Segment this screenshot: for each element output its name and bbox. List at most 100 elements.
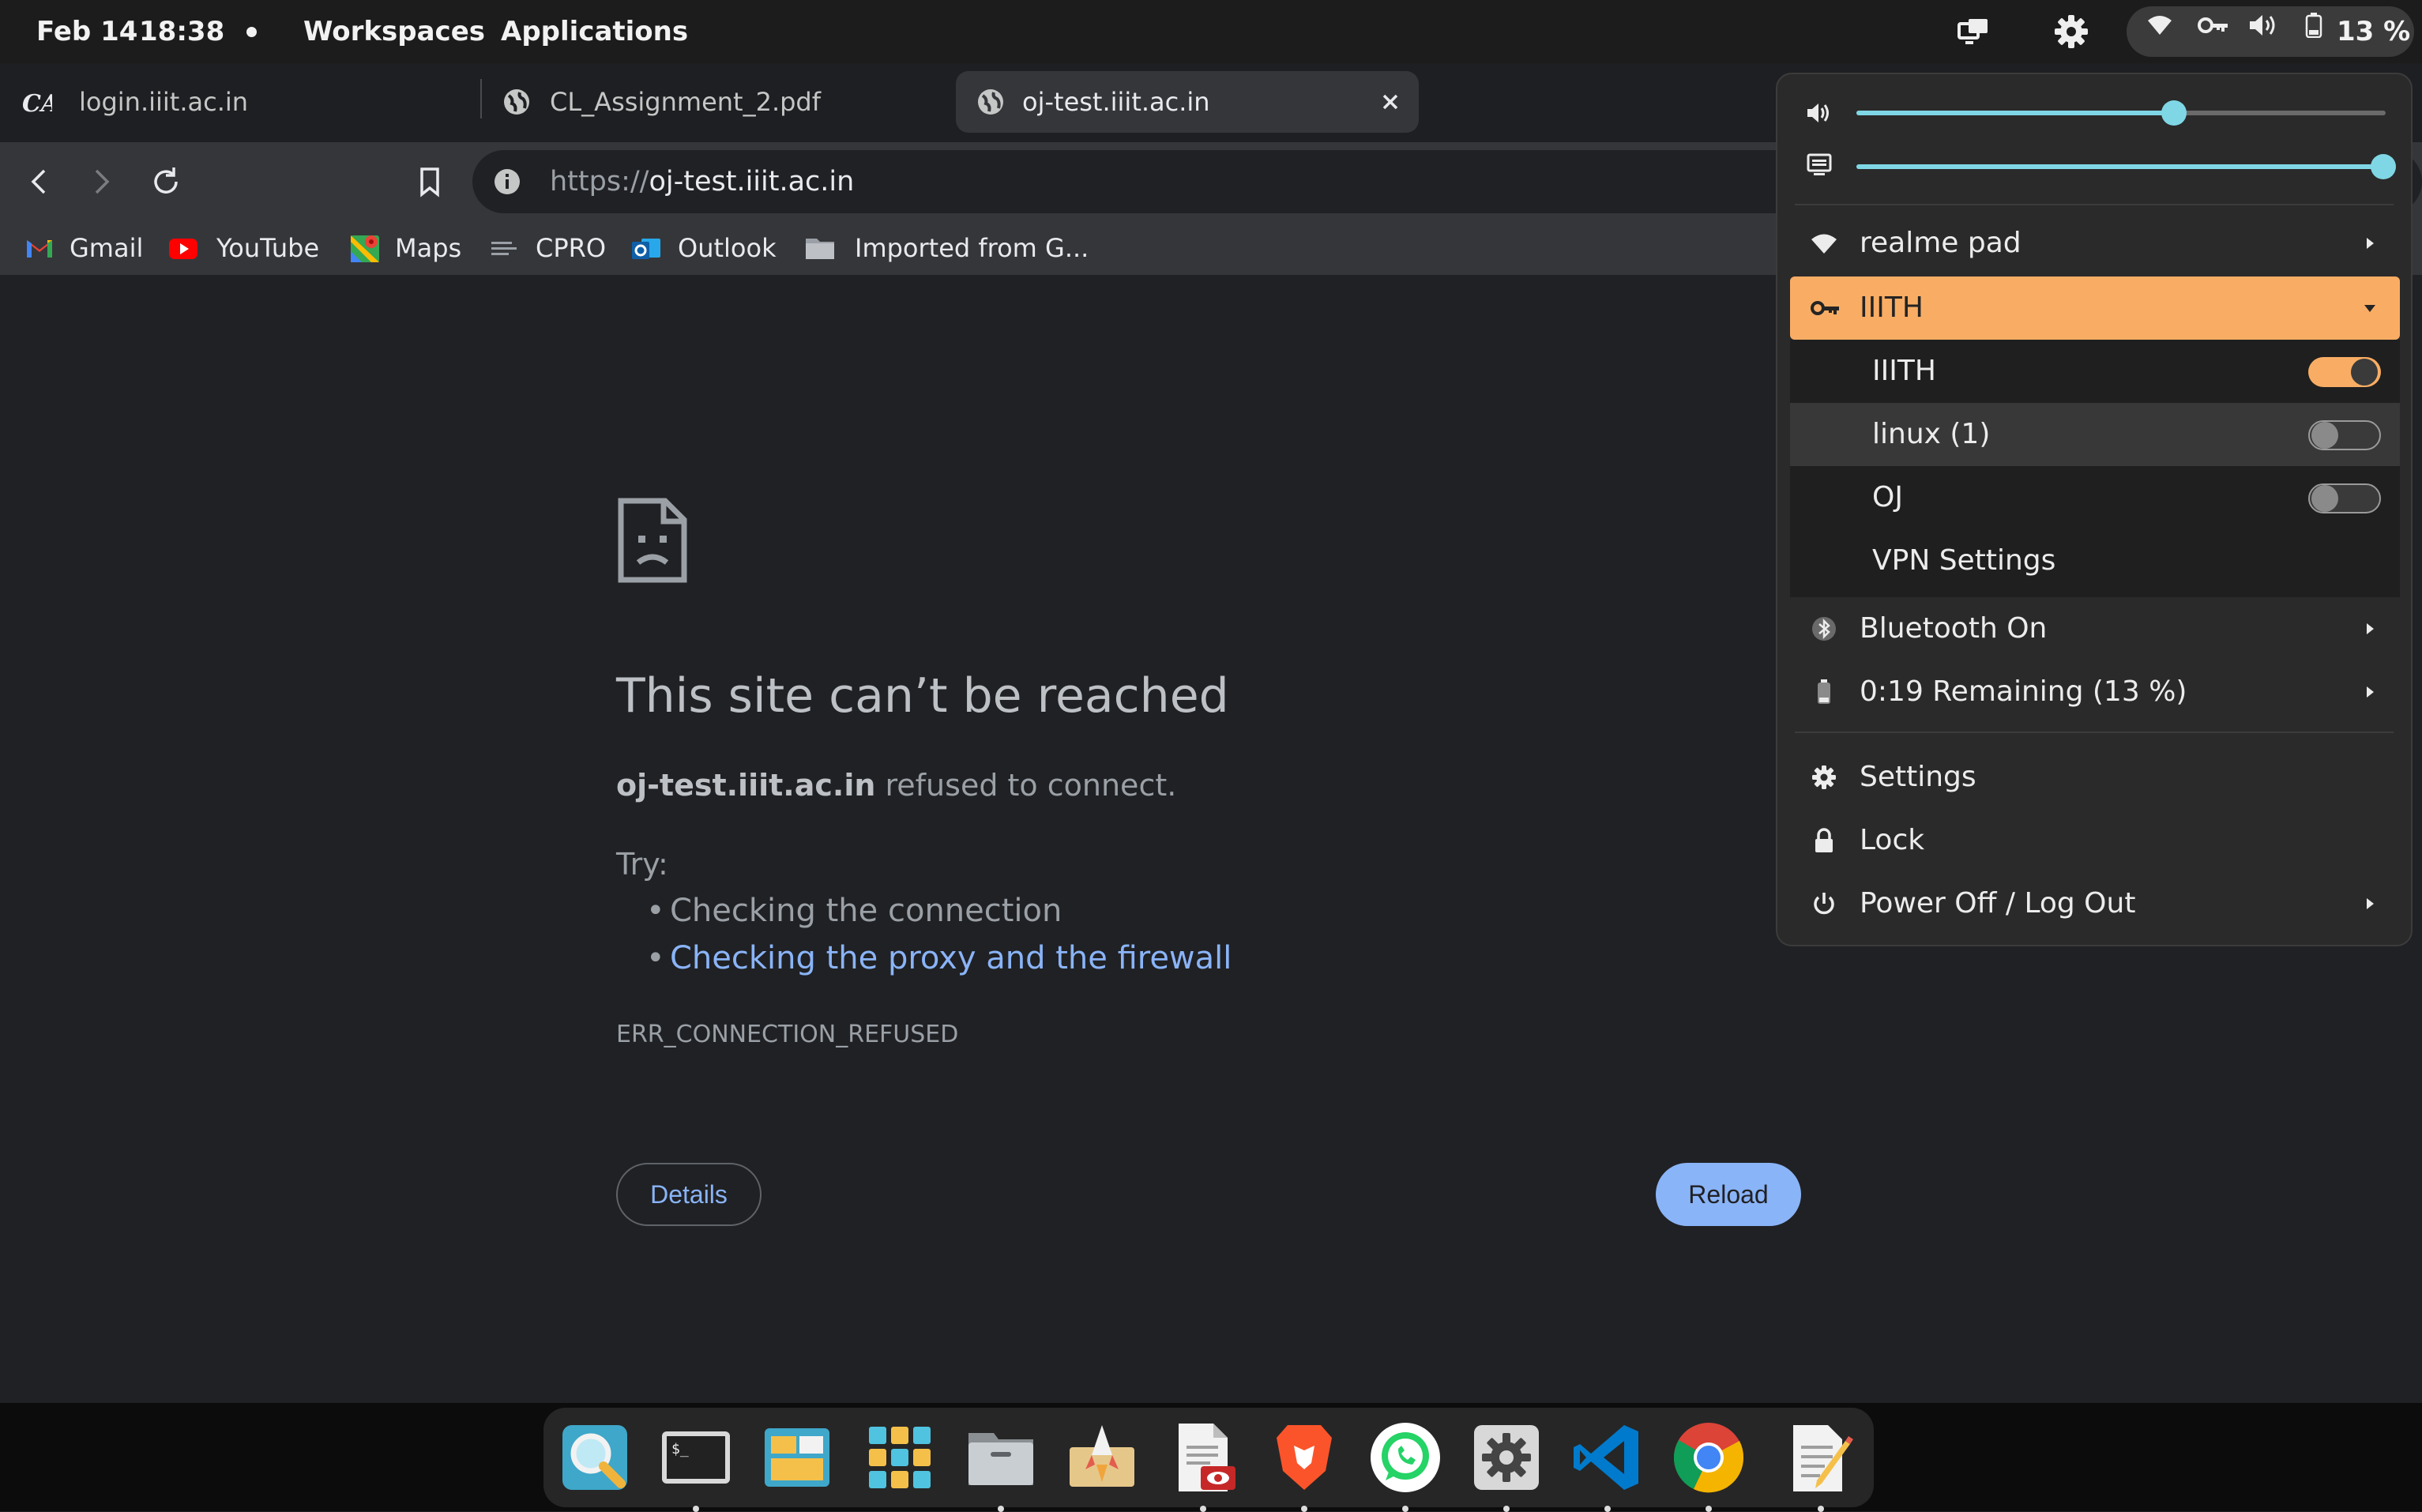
- lock-menu-item[interactable]: Lock: [1790, 809, 2400, 872]
- tab-oj-test[interactable]: oj-test.iiit.ac.in: [956, 71, 1419, 133]
- bookmark-label: CPRO: [536, 233, 607, 263]
- vpn-item-linux[interactable]: linux (1): [1790, 403, 2400, 466]
- wifi-label: realme pad: [1860, 227, 2021, 259]
- tab-separator: [480, 79, 482, 118]
- settings-app-icon[interactable]: [1468, 1419, 1545, 1512]
- display-brightness-icon: [1806, 152, 1833, 179]
- toggle-knob: [2311, 485, 2338, 512]
- search-app-icon[interactable]: [556, 1419, 634, 1496]
- bluetooth-menu-item[interactable]: Bluetooth On: [1790, 597, 2400, 660]
- vpn-oj-toggle[interactable]: [2308, 483, 2381, 513]
- menu-separator: [1795, 204, 2394, 205]
- volume-slider-knob[interactable]: [2161, 100, 2187, 126]
- text-editor-app-icon[interactable]: [1782, 1419, 1860, 1512]
- files-app-icon[interactable]: [962, 1419, 1040, 1512]
- power-menu-item[interactable]: Power Off / Log Out: [1790, 872, 2400, 935]
- forward-button[interactable]: [82, 163, 120, 201]
- lock-icon: [1811, 827, 1837, 854]
- settings-label: Settings: [1860, 761, 1976, 793]
- tab-title: CL_Assignment_2.pdf: [550, 87, 821, 117]
- vpn-key-icon: [2198, 13, 2229, 38]
- battery-icon: [1811, 679, 1837, 705]
- youtube-icon: [167, 232, 199, 264]
- reload-icon[interactable]: [147, 163, 185, 201]
- tab-title: oj-test.iiit.ac.in: [1022, 87, 1210, 117]
- bluetooth-icon: [1811, 615, 1837, 642]
- toggle-knob: [2351, 359, 2378, 386]
- error-host: oj-test.iiit.ac.in: [616, 768, 876, 803]
- bookmark-label: Maps: [395, 233, 462, 263]
- clock-time[interactable]: 18:38: [139, 0, 224, 63]
- back-button[interactable]: [21, 163, 58, 201]
- wifi-icon: [1811, 230, 1837, 257]
- tab-title: login.iiit.ac.in: [79, 87, 249, 117]
- brave-browser-app-icon[interactable]: [1266, 1419, 1343, 1512]
- vpn-item-oj[interactable]: OJ: [1790, 466, 2400, 529]
- globe-icon: [976, 88, 1006, 116]
- close-tab-icon[interactable]: [1378, 89, 1403, 115]
- try-label: Try:: [616, 847, 668, 882]
- battery-icon: [2305, 13, 2322, 38]
- cas-logo-icon: CAS: [22, 88, 52, 116]
- svg-text:$_: $_: [671, 1441, 689, 1457]
- details-button[interactable]: Details: [616, 1163, 762, 1226]
- toggle-knob: [2311, 422, 2338, 449]
- suggestion-connection: Checking the connection: [646, 893, 1062, 929]
- vpn-item-label: linux (1): [1872, 418, 1991, 450]
- whatsapp-app-icon[interactable]: [1367, 1419, 1444, 1512]
- gear-icon: [1811, 764, 1837, 791]
- url-host: oj-test.iiit.ac.in: [649, 166, 855, 197]
- document-viewer-app-icon[interactable]: [1164, 1419, 1242, 1512]
- clock-date[interactable]: Feb 14: [36, 0, 137, 63]
- chrome-app-icon[interactable]: [1670, 1419, 1747, 1512]
- bookmark-icon[interactable]: [411, 163, 449, 201]
- volume-icon: [1806, 100, 1833, 126]
- folder-icon: [804, 232, 836, 264]
- gear-icon[interactable]: [2052, 13, 2090, 51]
- power-icon: [1811, 890, 1837, 917]
- workspace-dot-icon: [246, 27, 257, 37]
- brightness-slider-knob[interactable]: [2371, 154, 2396, 179]
- vpn-menu-item[interactable]: IIITH: [1790, 276, 2400, 340]
- vpn-iiith-toggle[interactable]: [2308, 357, 2381, 387]
- error-code: ERR_CONNECTION_REFUSED: [616, 1021, 959, 1048]
- vpn-item-iiith[interactable]: IIITH: [1790, 340, 2400, 403]
- sad-page-icon: [616, 496, 689, 585]
- battery-label: 0:19 Remaining (13 %): [1860, 675, 2187, 708]
- quick-settings-menu: realme pad IIITH IIITH linux (1) OJ VPN …: [1776, 73, 2413, 946]
- terminal-app-icon[interactable]: $_: [657, 1419, 735, 1512]
- error-description: oj-test.iiit.ac.in refused to connect.: [616, 768, 1176, 803]
- chevron-down-icon: [2362, 300, 2378, 316]
- volume-icon: [2248, 13, 2278, 38]
- bookmark-label: Imported from G...: [855, 233, 1089, 263]
- brightness-slider-fill: [1856, 164, 2383, 169]
- app-grid-icon[interactable]: [861, 1419, 938, 1496]
- workspaces-button[interactable]: Workspaces: [303, 0, 485, 63]
- launcher-app-icon[interactable]: [1063, 1419, 1141, 1496]
- url-text: https://oj-test.iiit.ac.in: [550, 150, 854, 213]
- vpn-settings-item[interactable]: VPN Settings: [1790, 529, 2400, 597]
- tab-cl-assignment[interactable]: CL_Assignment_2.pdf: [490, 71, 956, 133]
- bookmark-label: Gmail: [70, 233, 144, 263]
- bookmark-label: Outlook: [678, 233, 777, 263]
- windows-switcher-icon[interactable]: [1954, 13, 1992, 51]
- menu-separator: [1795, 732, 2394, 733]
- vscode-app-icon[interactable]: [1569, 1419, 1646, 1512]
- window-manager-app-icon[interactable]: [758, 1419, 836, 1496]
- battery-menu-item[interactable]: 0:19 Remaining (13 %): [1790, 660, 2400, 724]
- suggestion-proxy-link[interactable]: Checking the proxy and the firewall: [646, 940, 1232, 976]
- chevron-right-icon: [2362, 235, 2378, 251]
- info-icon[interactable]: [493, 167, 521, 196]
- wifi-menu-item[interactable]: realme pad: [1790, 212, 2400, 275]
- tab-login[interactable]: CAS login.iiit.ac.in: [6, 71, 477, 133]
- vpn-header-label: IIITH: [1860, 291, 1924, 324]
- chevron-right-icon: [2362, 684, 2378, 700]
- vpn-settings-label: VPN Settings: [1872, 544, 2056, 577]
- vpn-linux-toggle[interactable]: [2308, 420, 2381, 450]
- gmail-icon: [24, 232, 55, 264]
- power-label: Power Off / Log Out: [1860, 887, 2136, 920]
- reload-button[interactable]: Reload: [1656, 1163, 1801, 1226]
- lock-label: Lock: [1860, 824, 1925, 856]
- applications-button[interactable]: Applications: [501, 0, 688, 63]
- settings-menu-item[interactable]: Settings: [1790, 746, 2400, 809]
